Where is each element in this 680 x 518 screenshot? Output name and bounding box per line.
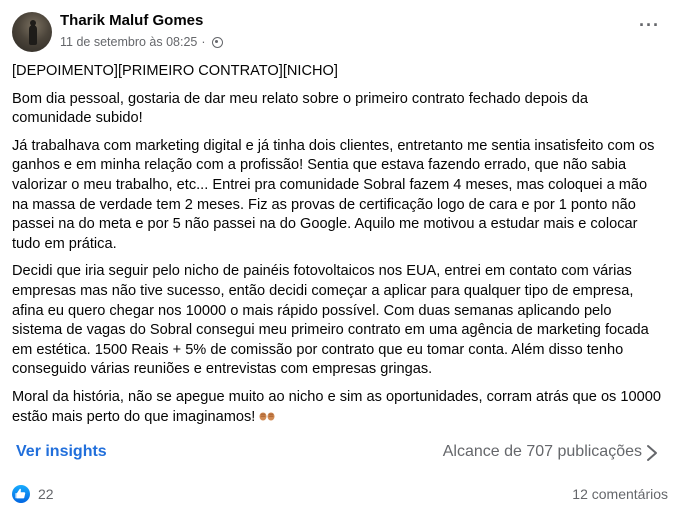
view-insights-link[interactable]: Ver insights [16,443,107,461]
insights-row: Ver insights Alcance de 707 publicações [16,440,664,466]
closing-text: Moral da história, não se apegue muito a… [12,388,661,425]
chevron-right-icon[interactable] [644,444,660,462]
post-paragraph: Já trabalhava com marketing digital e já… [12,137,655,252]
like-count[interactable]: 22 [38,486,54,502]
post-card: Tharik Maluf Gomes 11 de setembro às 08:… [0,0,680,518]
post-paragraph: Bom dia pessoal, gostaria de dar meu rel… [12,90,588,127]
thumbs-up-glyph [15,488,26,499]
like-icon[interactable] [12,485,30,503]
post-timestamp[interactable]: 11 de setembro às 08:25 [60,35,197,49]
post-paragraph: [DEPOIMENTO][PRIMEIRO CONTRATO][NICHO] [12,63,338,79]
more-options-icon[interactable]: ··· [639,16,660,34]
fist-bump-emoji [259,412,275,420]
comments-count[interactable]: 12 comentários [572,486,668,502]
post-paragraph-closing: Moral da história, não se apegue muito a… [12,388,662,427]
globe-icon [211,36,223,48]
meta-separator: · [201,35,206,49]
post-body: [DEPOIMENTO][PRIMEIRO CONTRATO][NICHO] B… [12,62,662,435]
post-meta: 11 de setembro às 08:25 · [60,35,223,49]
post-footer: 22 12 comentários [12,480,668,508]
author-avatar[interactable] [12,12,52,52]
post-paragraph: Decidi que iria seguir pelo nicho de pai… [12,263,649,378]
avatar-figure-body [29,25,37,45]
reach-label[interactable]: Alcance de 707 publicações [443,443,642,461]
author-name[interactable]: Tharik Maluf Gomes [60,12,203,29]
post-header: Tharik Maluf Gomes 11 de setembro às 08:… [12,10,668,54]
